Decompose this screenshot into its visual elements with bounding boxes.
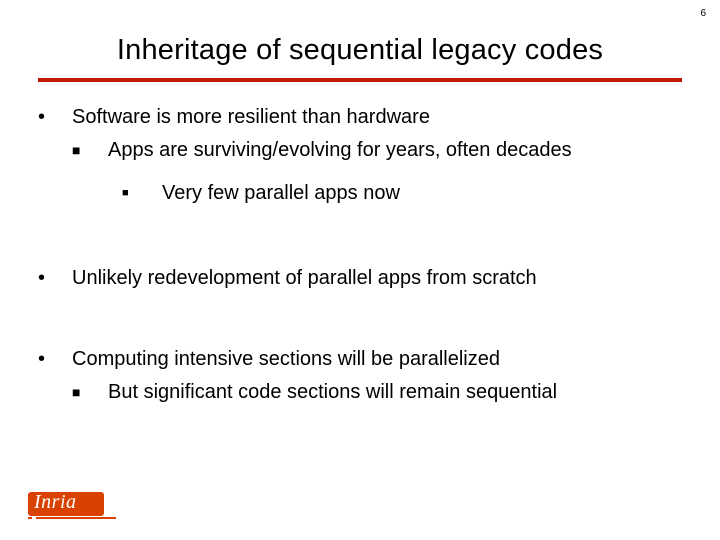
footer: Inria [28, 492, 116, 522]
bullet-dot-icon: • [38, 265, 72, 292]
content-area: • Software is more resilient than hardwa… [38, 100, 690, 406]
bullet-text: Computing intensive sections will be par… [72, 346, 500, 373]
bullet-level1: • Computing intensive sections will be p… [38, 346, 690, 373]
bullet-square-icon: ■ [72, 379, 108, 406]
bullet-text: Apps are surviving/evolving for years, o… [108, 137, 572, 164]
inria-logo: Inria [28, 492, 116, 522]
logo-text: Inria [34, 491, 77, 514]
bullet-level1: • Software is more resilient than hardwa… [38, 104, 690, 131]
bullet-square-icon: ■ [122, 180, 162, 207]
bullet-level2: ■ But significant code sections will rem… [72, 379, 690, 406]
bullet-square-icon: ■ [72, 137, 108, 164]
bullet-text: Very few parallel apps now [162, 180, 400, 207]
page-number: 6 [700, 8, 706, 19]
bullet-dot-icon: • [38, 346, 72, 373]
bullet-text: But significant code sections will remai… [108, 379, 557, 406]
bullet-level1: • Unlikely redevelopment of parallel app… [38, 265, 690, 292]
title-underline [38, 78, 682, 82]
bullet-level2: ■ Apps are surviving/evolving for years,… [72, 137, 690, 164]
bullet-text: Unlikely redevelopment of parallel apps … [72, 265, 537, 292]
slide-title: Inheritage of sequential legacy codes [0, 34, 720, 67]
bullet-level3: ■ Very few parallel apps now [122, 180, 690, 207]
bullet-dot-icon: • [38, 104, 72, 131]
bullet-text: Software is more resilient than hardware [72, 104, 430, 131]
